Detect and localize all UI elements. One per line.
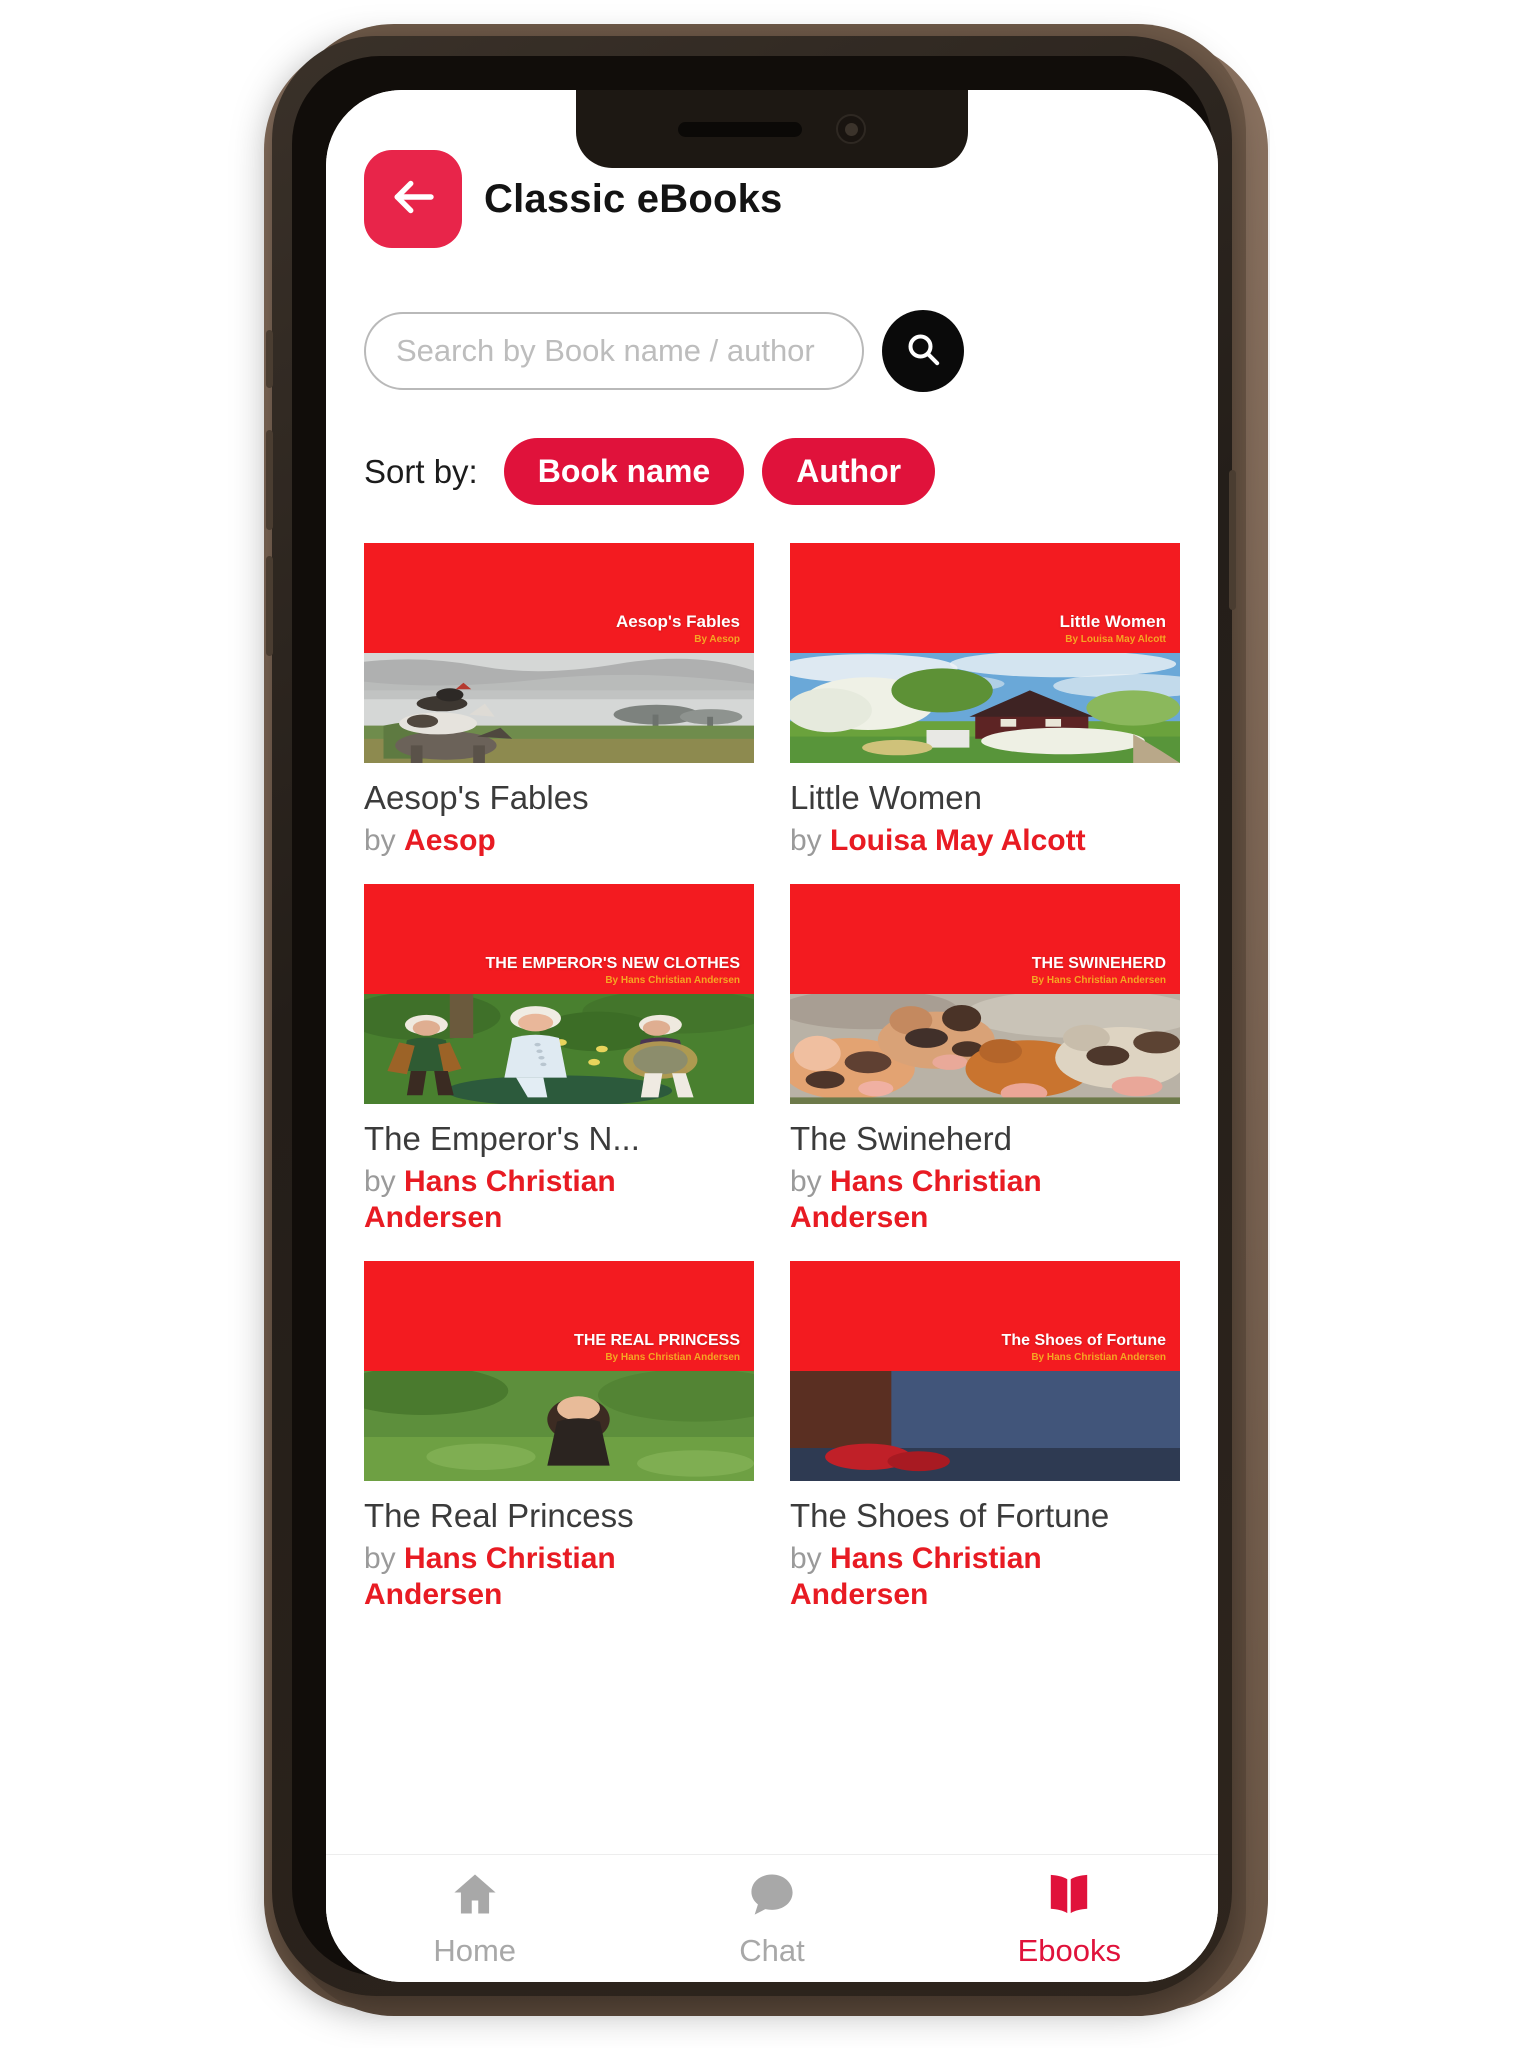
- by-prefix: by: [364, 824, 396, 857]
- sort-chip-author[interactable]: Author: [762, 438, 936, 505]
- cover-title: Little Women: [1059, 611, 1166, 631]
- book-cover: THE REAL PRINCESS By Hans Christian Ande…: [364, 1261, 754, 1482]
- book-title: The Emperor's N...: [364, 1120, 640, 1158]
- phone-frame: Classic eBooks Search by Book name / aut…: [272, 36, 1232, 1996]
- book-author: by Hans Christian Andersen: [790, 1164, 1180, 1235]
- cover-photo-figurines: [364, 994, 754, 1105]
- home-icon: [449, 1868, 501, 1925]
- cover-banner: The Shoes of Fortune By Hans Christian A…: [790, 1261, 1180, 1372]
- author-name: Aesop: [404, 824, 496, 857]
- phone-bezel: Classic eBooks Search by Book name / aut…: [292, 56, 1218, 1982]
- author-name: Hans Christian Andersen: [364, 1542, 616, 1611]
- earpiece-speaker: [678, 121, 802, 137]
- book-author: by Hans Christian Andersen: [364, 1541, 754, 1612]
- book-cover: Little Women By Louisa May Alcott: [790, 543, 1180, 763]
- nav-item-chat[interactable]: Chat: [623, 1868, 920, 1969]
- phone-notch: [576, 90, 968, 168]
- cover-banner: THE REAL PRINCESS By Hans Christian Ande…: [364, 1261, 754, 1372]
- search-field-wrapper[interactable]: [364, 312, 864, 390]
- sort-row: Sort by: Book name Author: [326, 392, 1218, 505]
- page-title: Classic eBooks: [484, 176, 783, 221]
- book-cover: Aesop's Fables By Aesop: [364, 543, 754, 763]
- cover-photo-shoes-room: [790, 1371, 1180, 1482]
- power-button[interactable]: [1229, 470, 1236, 610]
- screenshot-root: Classic eBooks Search by Book name / aut…: [0, 0, 1536, 2048]
- cover-title: THE SWINEHERD: [1031, 955, 1166, 973]
- cover-banner: Aesop's Fables By Aesop: [364, 543, 754, 653]
- search-row: [326, 248, 1218, 392]
- sort-chip-book-name[interactable]: Book name: [503, 438, 745, 505]
- book-author: by Hans Christian Andersen: [364, 1164, 754, 1235]
- search-button[interactable]: [882, 310, 964, 392]
- cover-subtitle: By Hans Christian Andersen: [1031, 1352, 1166, 1364]
- cover-banner: THE EMPEROR'S NEW CLOTHES By Hans Christ…: [364, 884, 754, 995]
- back-button[interactable]: [364, 150, 462, 248]
- cover-subtitle: By Hans Christian Andersen: [605, 975, 740, 987]
- cover-photo-piglets: [790, 994, 1180, 1105]
- by-prefix: by: [790, 1542, 822, 1576]
- book-cover: THE EMPEROR'S NEW CLOTHES By Hans Christ…: [364, 884, 754, 1105]
- book-card[interactable]: Aesop's Fables By Aesop Aesop's Fables b…: [364, 543, 754, 858]
- cover-title: Aesop's Fables: [615, 611, 740, 631]
- by-prefix: by: [364, 1165, 396, 1199]
- bottom-navigation: Home Chat Ebooks: [326, 1854, 1218, 1982]
- scroll-area[interactable]: Classic eBooks Search by Book name / aut…: [326, 90, 1218, 1854]
- cover-photo-spring-cottage: [790, 653, 1180, 763]
- book-card[interactable]: The Shoes of Fortune By Hans Christian A…: [790, 1261, 1180, 1612]
- cover-title: The Shoes of Fortune: [1001, 1331, 1166, 1349]
- nav-item-ebooks[interactable]: Ebooks: [921, 1868, 1218, 1969]
- volume-down-button[interactable]: [266, 556, 273, 656]
- nav-item-home[interactable]: Home: [326, 1868, 623, 1969]
- book-cover: THE SWINEHERD By Hans Christian Andersen: [790, 884, 1180, 1105]
- cover-subtitle: By Hans Christian Andersen: [1031, 975, 1166, 987]
- cover-subtitle: By Louisa May Alcott: [1065, 634, 1166, 645]
- book-title: The Shoes of Fortune: [790, 1497, 1110, 1535]
- by-prefix: by: [790, 1165, 822, 1199]
- nav-label-chat: Chat: [739, 1933, 805, 1968]
- by-prefix: by: [364, 1542, 396, 1576]
- author-name: Louisa May Alcott: [830, 824, 1086, 857]
- mute-switch[interactable]: [266, 330, 273, 388]
- book-icon: [1043, 1868, 1095, 1925]
- book-author: by Louisa May Alcott: [790, 823, 1180, 858]
- nav-label-home: Home: [433, 1933, 517, 1968]
- cover-photo-princess-field: [364, 1371, 754, 1482]
- by-prefix: by: [790, 824, 822, 857]
- app-container: Classic eBooks Search by Book name / aut…: [326, 90, 1218, 1982]
- search-input[interactable]: [396, 333, 832, 369]
- cover-banner: THE SWINEHERD By Hans Christian Andersen: [790, 884, 1180, 995]
- book-card[interactable]: Little Women By Louisa May Alcott Little…: [790, 543, 1180, 858]
- book-card[interactable]: THE EMPEROR'S NEW CLOTHES By Hans Christ…: [364, 884, 754, 1235]
- book-title: The Real Princess: [364, 1497, 634, 1535]
- cover-subtitle: By Aesop: [694, 634, 740, 645]
- book-card[interactable]: THE REAL PRINCESS By Hans Christian Ande…: [364, 1261, 754, 1612]
- phone-screen: Classic eBooks Search by Book name / aut…: [326, 90, 1218, 1982]
- book-cover: The Shoes of Fortune By Hans Christian A…: [790, 1261, 1180, 1482]
- author-name: Hans Christian Andersen: [790, 1542, 1042, 1611]
- book-title: Little Women: [790, 779, 982, 816]
- cover-title: THE EMPEROR'S NEW CLOTHES: [485, 955, 740, 973]
- search-icon: [903, 329, 943, 374]
- author-name: Hans Christian Andersen: [364, 1165, 616, 1234]
- book-grid: Aesop's Fables By Aesop Aesop's Fables b…: [326, 505, 1218, 1612]
- book-title: Aesop's Fables: [364, 779, 589, 816]
- background-panel: [1268, 130, 1536, 1880]
- book-author: by Aesop: [364, 823, 754, 858]
- book-title: The Swineherd: [790, 1120, 1012, 1158]
- book-author: by Hans Christian Andersen: [790, 1541, 1180, 1612]
- cover-subtitle: By Hans Christian Andersen: [605, 1352, 740, 1364]
- cover-banner: Little Women By Louisa May Alcott: [790, 543, 1180, 653]
- nav-label-ebooks: Ebooks: [1017, 1933, 1122, 1968]
- sort-by-label: Sort by:: [364, 452, 478, 490]
- volume-up-button[interactable]: [266, 430, 273, 530]
- cover-title: THE REAL PRINCESS: [574, 1331, 740, 1349]
- front-camera-icon: [836, 114, 866, 144]
- author-name: Hans Christian Andersen: [790, 1165, 1042, 1234]
- book-card[interactable]: THE SWINEHERD By Hans Christian Andersen: [790, 884, 1180, 1235]
- cover-photo-farm-animals: [364, 653, 754, 763]
- arrow-left-icon: [386, 170, 440, 229]
- chat-icon: [746, 1868, 798, 1925]
